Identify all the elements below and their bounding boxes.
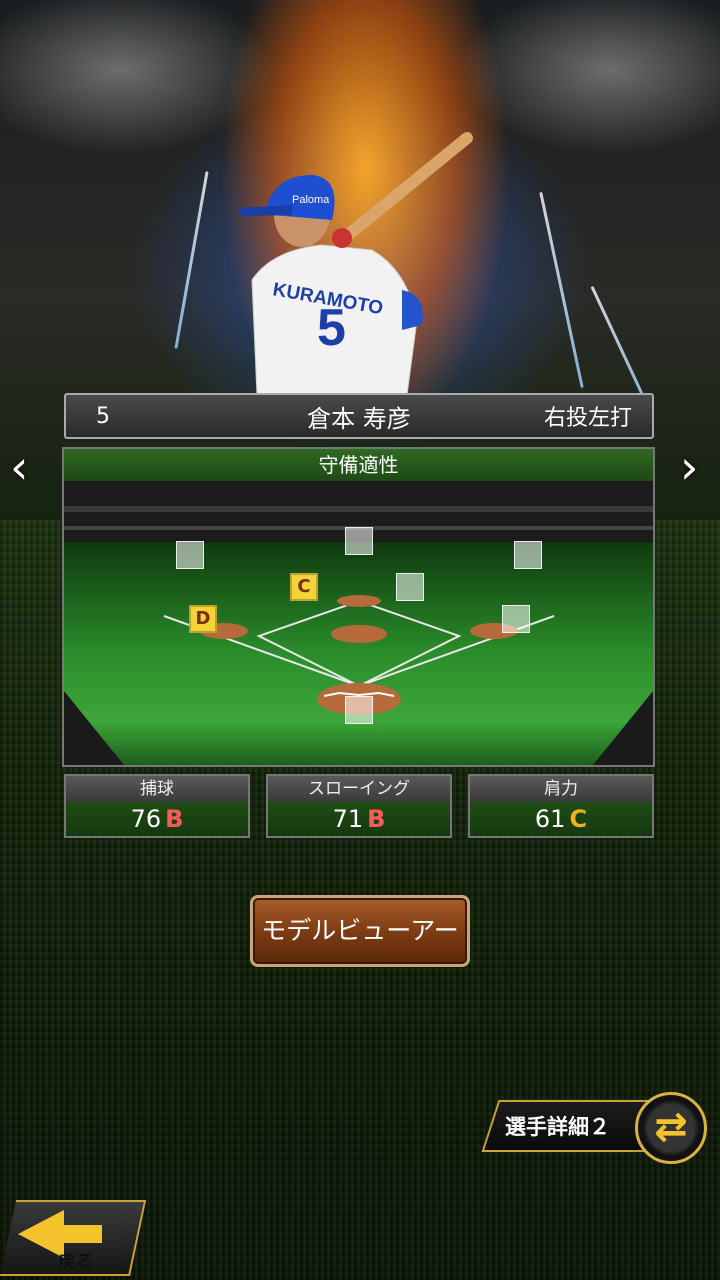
prev-player-arrow-icon[interactable]: ‹ [10,440,28,494]
position-slot-first-base[interactable] [502,605,530,633]
stat-value: 71 [332,805,364,833]
jersey-number: 5 [317,299,346,357]
back-label[interactable]: 戻る [58,1248,94,1274]
position-slot-right-field[interactable] [514,541,542,569]
svg-text:Paloma: Paloma [292,194,330,206]
stat-catching: 捕球 76 B [64,774,250,838]
player-details-2-label[interactable]: 選手詳細２ [505,1111,610,1141]
baseball-field: C D [64,481,653,765]
stat-value-row: 71 B [268,802,450,836]
position-shortstop-grade[interactable]: C [290,573,318,601]
stat-label: スローイング [268,776,450,802]
position-third-base-grade[interactable]: D [189,605,217,633]
panel-title: 守備適性 [64,449,653,482]
stat-grade: B [367,805,386,833]
stat-throwing: スローイング 71 B [266,774,452,838]
stat-value-row: 61 C [470,802,652,836]
position-slot-second-base[interactable] [396,573,424,601]
stat-grade: C [569,805,588,833]
player-illustration: Paloma KURAMOTO 5 [237,132,473,395]
player-handedness: 右投左打 [543,406,632,431]
model-viewer-button[interactable]: モデルビューアー [250,895,470,967]
stat-label: 捕球 [66,776,248,802]
back-arrow-icon-tail[interactable] [62,1225,102,1243]
next-player-arrow-icon[interactable]: › [680,440,698,494]
stat-value-row: 76 B [66,802,248,836]
stat-value: 61 [534,805,566,833]
stat-arm-strength: 肩力 61 C [468,774,654,838]
position-slot-center-field[interactable] [345,527,373,555]
stat-label: 肩力 [470,776,652,802]
stat-value: 76 [130,805,162,833]
defense-aptitude-panel: 守備適性 C D [62,447,655,767]
stat-grade: B [165,805,184,833]
position-slot-catcher[interactable] [345,696,373,724]
swap-icon[interactable]: ⇄ [635,1092,707,1164]
player-info-bar: 5 倉本 寿彦 右投左打 [64,393,654,439]
position-slot-left-field[interactable] [176,541,204,569]
